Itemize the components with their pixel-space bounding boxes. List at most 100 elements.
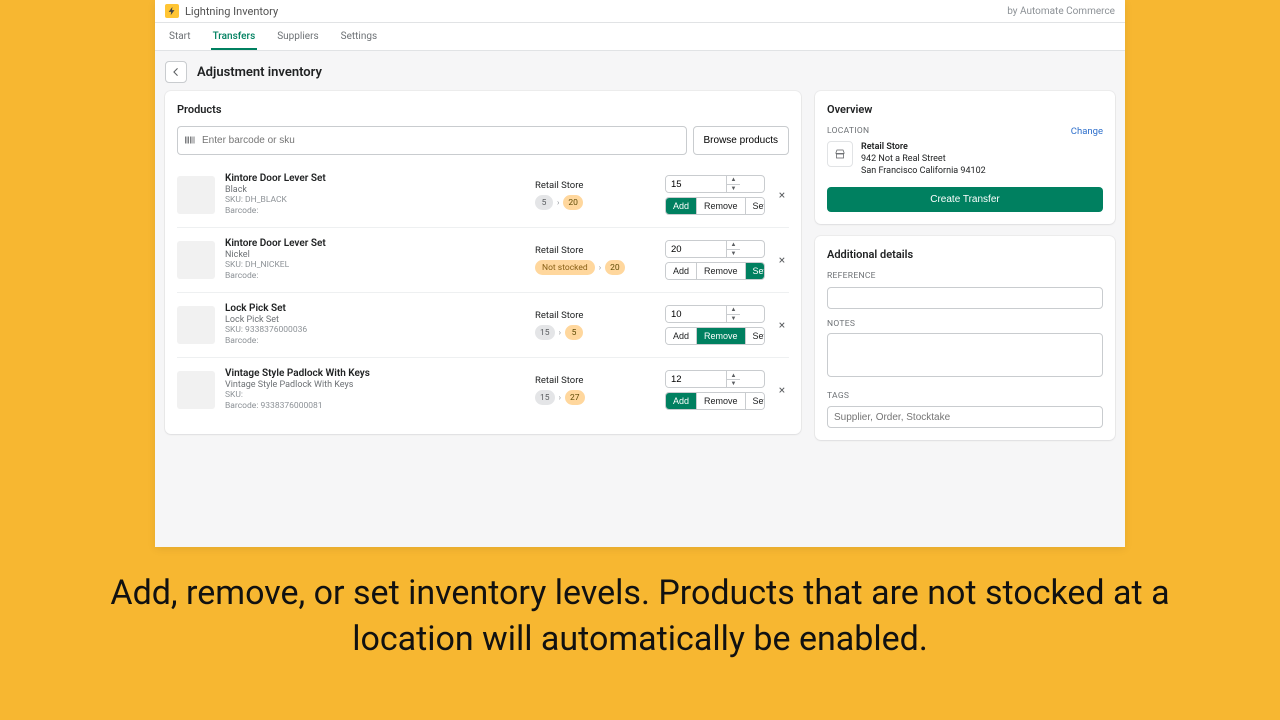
quantity-input[interactable]: [666, 306, 726, 322]
barcode-icon: [184, 131, 196, 150]
details-heading: Additional details: [827, 248, 1103, 261]
product-thumbnail: [177, 371, 215, 409]
product-variant: Black: [225, 185, 525, 195]
stepper-up-icon[interactable]: ▲: [727, 371, 740, 380]
not-stocked-badge: Not stocked: [535, 260, 595, 275]
product-row: Kintore Door Lever Set Nickel SKU: DH_NI…: [177, 227, 789, 292]
stepper-up-icon[interactable]: ▲: [727, 306, 740, 315]
product-sku: SKU: DH_BLACK: [225, 195, 525, 206]
action-group: Add Remove Set: [665, 262, 765, 280]
notes-input[interactable]: [827, 333, 1103, 377]
product-row: Kintore Door Lever Set Black SKU: DH_BLA…: [177, 163, 789, 227]
page-title-bar: Adjustment inventory: [155, 51, 1125, 91]
byline: by Automate Commerce: [1007, 6, 1115, 17]
to-qty-badge: 5: [565, 325, 583, 340]
create-transfer-button[interactable]: Create Transfer: [827, 187, 1103, 212]
location-line1: 942 Not a Real Street: [861, 153, 986, 165]
product-thumbnail: [177, 241, 215, 279]
action-group: Add Remove Set: [665, 392, 765, 410]
tab-settings[interactable]: Settings: [339, 23, 380, 50]
stepper-down-icon[interactable]: ▼: [727, 250, 740, 258]
store-label: Retail Store: [535, 180, 655, 191]
stepper-up-icon[interactable]: ▲: [727, 176, 740, 185]
chevron-right-icon: ›: [599, 263, 601, 272]
quantity-stepper[interactable]: ▲ ▼: [665, 175, 765, 193]
from-qty-badge: 15: [535, 390, 555, 405]
product-title: Kintore Door Lever Set: [225, 173, 525, 185]
tags-input[interactable]: [827, 406, 1103, 428]
quantity-stepper[interactable]: ▲ ▼: [665, 240, 765, 258]
quantity-stepper[interactable]: ▲ ▼: [665, 370, 765, 388]
product-variant: Lock Pick Set: [225, 315, 525, 325]
location-line2: San Francisco California 94102: [861, 165, 986, 177]
action-group: Add Remove Set: [665, 327, 765, 345]
chevron-right-icon: ›: [559, 328, 561, 337]
add-button[interactable]: Add: [666, 198, 696, 214]
remove-row-button[interactable]: ×: [775, 383, 789, 397]
overview-heading: Overview: [827, 103, 1103, 116]
quantity-input[interactable]: [666, 176, 726, 192]
chevron-right-icon: ›: [557, 198, 559, 207]
store-label: Retail Store: [535, 310, 655, 321]
stepper-down-icon[interactable]: ▼: [727, 380, 740, 388]
app-header: Lightning Inventory by Automate Commerce: [155, 0, 1125, 23]
products-heading: Products: [177, 103, 789, 116]
location-block: Retail Store 942 Not a Real Street San F…: [827, 141, 1103, 177]
change-location-link[interactable]: Change: [1071, 126, 1103, 137]
remove-button[interactable]: Remove: [696, 328, 745, 344]
chevron-right-icon: ›: [559, 393, 561, 402]
reference-label: REFERENCE: [827, 271, 1103, 281]
action-group: Add Remove Set: [665, 197, 765, 215]
location-name: Retail Store: [861, 141, 986, 153]
stepper-up-icon[interactable]: ▲: [727, 241, 740, 250]
stepper-down-icon[interactable]: ▼: [727, 315, 740, 323]
app-name: Lightning Inventory: [185, 5, 278, 18]
set-button[interactable]: Set: [745, 393, 765, 409]
product-barcode: Barcode:: [225, 206, 525, 217]
marketing-caption: Add, remove, or set inventory levels. Pr…: [0, 547, 1280, 663]
quantity-input[interactable]: [666, 371, 726, 387]
remove-row-button[interactable]: ×: [775, 188, 789, 202]
set-button[interactable]: Set: [745, 263, 765, 279]
page-title: Adjustment inventory: [197, 65, 322, 80]
tab-start[interactable]: Start: [167, 23, 193, 50]
product-barcode: Barcode:: [225, 336, 525, 347]
set-button[interactable]: Set: [745, 198, 765, 214]
product-title: Kintore Door Lever Set: [225, 238, 525, 250]
to-qty-badge: 20: [605, 260, 625, 275]
remove-button[interactable]: Remove: [696, 198, 745, 214]
search-input[interactable]: [202, 135, 680, 146]
add-button[interactable]: Add: [666, 328, 696, 344]
remove-row-button[interactable]: ×: [775, 253, 789, 267]
lightning-icon: [165, 4, 179, 18]
product-row: Vintage Style Padlock With Keys Vintage …: [177, 357, 789, 422]
remove-button[interactable]: Remove: [696, 393, 745, 409]
reference-input[interactable]: [827, 287, 1103, 309]
product-title: Vintage Style Padlock With Keys: [225, 368, 525, 380]
add-button[interactable]: Add: [666, 393, 696, 409]
app-brand: Lightning Inventory: [165, 4, 278, 18]
back-button[interactable]: [165, 61, 187, 83]
product-thumbnail: [177, 176, 215, 214]
tab-transfers[interactable]: Transfers: [211, 23, 258, 50]
tags-label: TAGS: [827, 391, 1103, 401]
store-label: Retail Store: [535, 375, 655, 386]
remove-row-button[interactable]: ×: [775, 318, 789, 332]
to-qty-badge: 20: [563, 195, 583, 210]
nav-tabs: Start Transfers Suppliers Settings: [155, 23, 1125, 51]
search-input-wrapper[interactable]: [177, 126, 687, 155]
add-button[interactable]: Add: [666, 263, 696, 279]
location-label: LOCATION: [827, 126, 869, 136]
quantity-input[interactable]: [666, 241, 726, 257]
product-thumbnail: [177, 306, 215, 344]
quantity-stepper[interactable]: ▲ ▼: [665, 305, 765, 323]
details-card: Additional details REFERENCE NOTES TAGS: [815, 236, 1115, 440]
stepper-down-icon[interactable]: ▼: [727, 185, 740, 193]
app-window: Lightning Inventory by Automate Commerce…: [155, 0, 1125, 547]
to-qty-badge: 27: [565, 390, 585, 405]
tab-suppliers[interactable]: Suppliers: [275, 23, 320, 50]
remove-button[interactable]: Remove: [696, 263, 745, 279]
set-button[interactable]: Set: [745, 328, 765, 344]
store-label: Retail Store: [535, 245, 655, 256]
browse-products-button[interactable]: Browse products: [693, 126, 789, 155]
